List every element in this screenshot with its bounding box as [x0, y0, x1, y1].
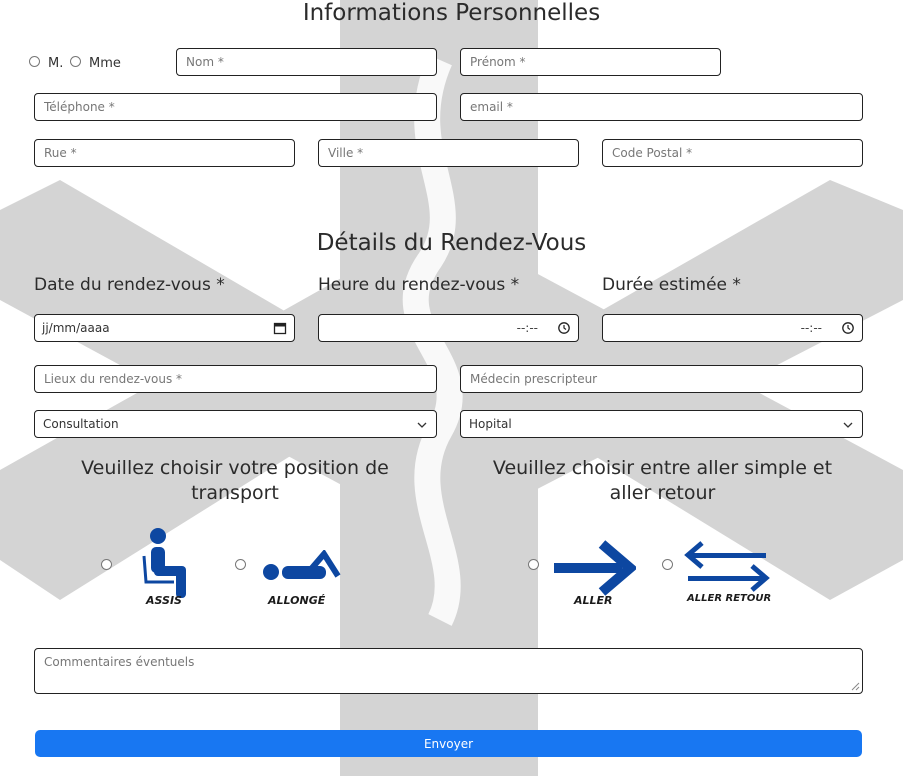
heure-value: --:--	[516, 321, 538, 335]
date-input[interactable]: jj/mm/aaaa	[34, 314, 295, 342]
page-title: Informations Personnelles	[302, 0, 601, 26]
aller-radio[interactable]	[528, 559, 539, 570]
chevron-down-icon	[417, 422, 427, 428]
allonge-radio[interactable]	[235, 559, 246, 570]
lieu-select[interactable]: Hopital	[460, 410, 863, 438]
appointment-title: Détails du Rendez-Vous	[316, 230, 587, 256]
lieu-select-value: Hopital	[469, 417, 512, 431]
aller-label: ALLER	[574, 594, 613, 607]
allonge-label: ALLONGÉ	[268, 594, 326, 607]
type-select[interactable]: Consultation	[34, 410, 437, 438]
civility-m-label: M.	[48, 56, 64, 71]
calendar-icon[interactable]	[273, 321, 287, 335]
medecin-field[interactable]	[460, 365, 863, 393]
lying-person-icon	[263, 550, 341, 580]
duree-label: Durée estimée *	[602, 275, 741, 295]
ville-field[interactable]	[318, 139, 579, 167]
resize-handle-icon[interactable]	[851, 682, 860, 691]
position-heading: Veuillez choisir votre position de trans…	[81, 457, 389, 504]
lieux-field[interactable]	[34, 365, 437, 393]
trip-heading: Veuillez choisir entre aller simple et a…	[492, 457, 833, 504]
telephone-field[interactable]	[34, 93, 437, 121]
chevron-down-icon	[843, 422, 853, 428]
seated-person-icon	[142, 528, 186, 598]
date-value: jj/mm/aaaa	[42, 321, 110, 335]
duree-input[interactable]: --:--	[602, 314, 863, 342]
civility-mme-label: Mme	[89, 56, 121, 71]
round-trip-arrows-icon	[684, 541, 770, 592]
heure-input[interactable]: --:--	[318, 314, 579, 342]
assis-label: ASSIS	[146, 594, 182, 607]
assis-radio[interactable]	[101, 559, 112, 570]
type-select-value: Consultation	[43, 417, 119, 431]
email-field[interactable]	[460, 93, 863, 121]
aller-retour-radio[interactable]	[662, 559, 673, 570]
arrow-right-icon	[554, 540, 636, 596]
aller-retour-label: ALLER RETOUR	[687, 593, 772, 604]
civility-m-radio[interactable]	[29, 56, 40, 67]
rue-field[interactable]	[34, 139, 295, 167]
duree-value: --:--	[800, 321, 822, 335]
civility-mme-radio[interactable]	[70, 56, 81, 67]
clock-icon[interactable]	[841, 321, 855, 335]
code-postal-field[interactable]	[602, 139, 863, 167]
comments-field[interactable]	[34, 648, 863, 694]
clock-icon[interactable]	[557, 321, 571, 335]
heure-label: Heure du rendez-vous *	[318, 275, 520, 295]
prenom-field[interactable]	[460, 48, 721, 76]
date-label: Date du rendez-vous *	[34, 275, 225, 295]
nom-field[interactable]	[176, 48, 437, 76]
submit-button[interactable]: Envoyer	[35, 730, 862, 757]
